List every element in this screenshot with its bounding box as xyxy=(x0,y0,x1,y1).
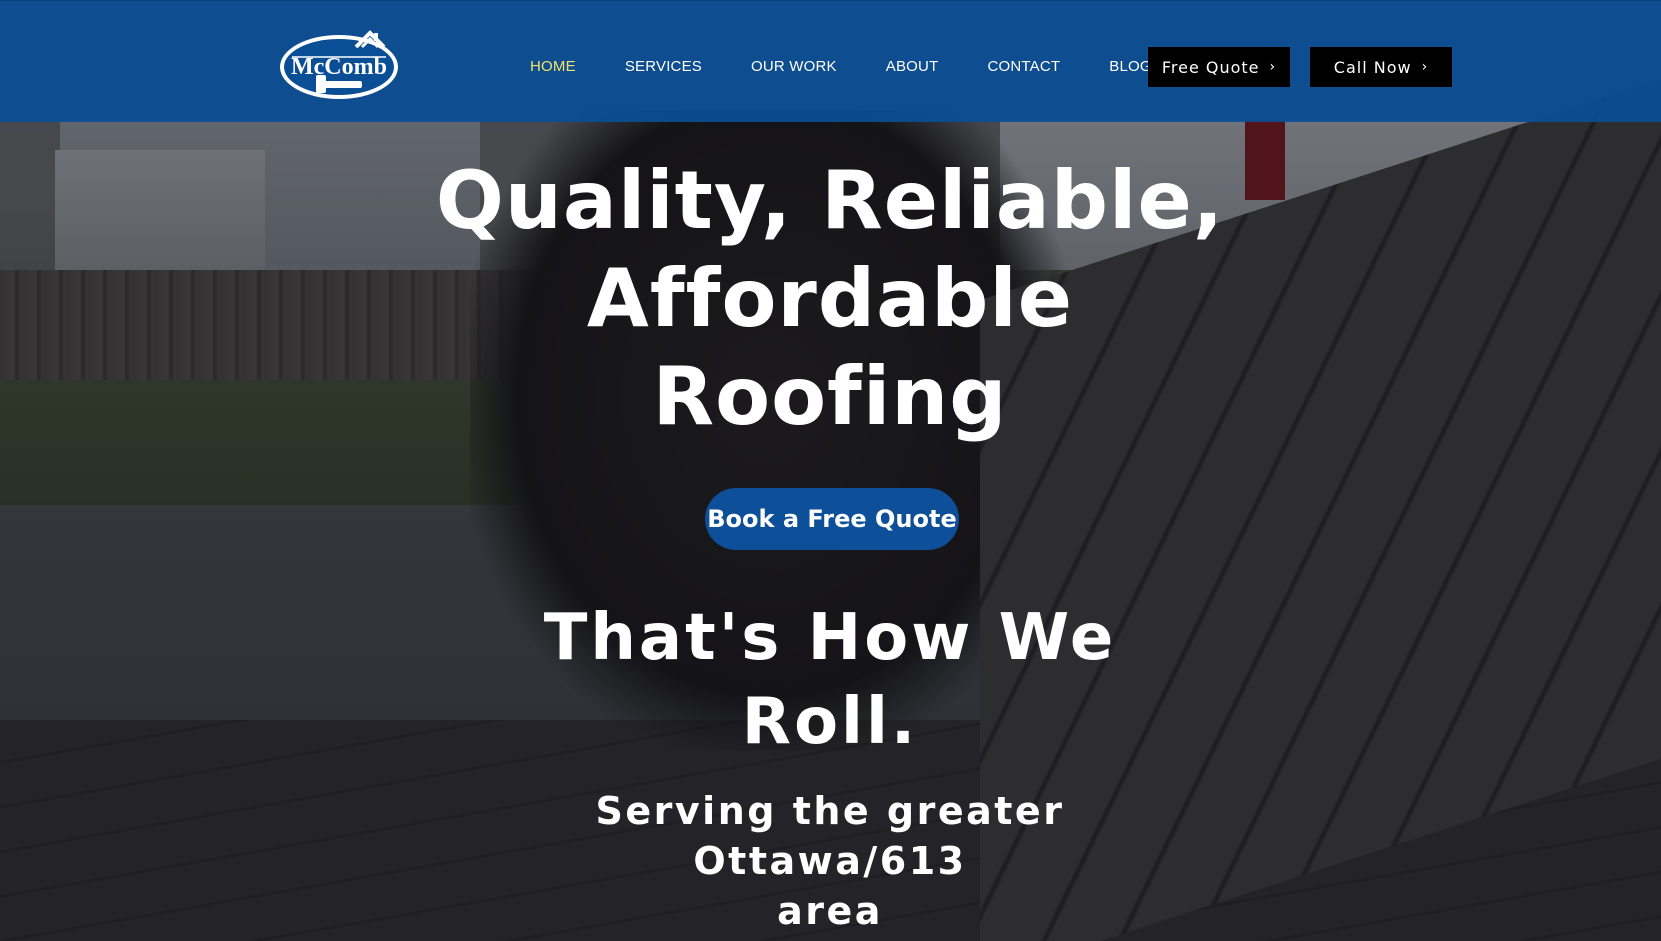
hero-title-line-2: Affordable xyxy=(586,252,1074,345)
site-header: McComb HOME SERVICES OUR WORK ABOUT CONT… xyxy=(0,0,1661,122)
hero-title-line-1: Quality, Reliable, xyxy=(435,154,1225,247)
nav-item-contact[interactable]: CONTACT xyxy=(987,58,1060,75)
call-now-label: Call Now xyxy=(1333,57,1412,77)
call-now-button[interactable]: Call Now › xyxy=(1310,47,1452,87)
main-nav: HOME SERVICES OUR WORK ABOUT CONTACT BLO… xyxy=(530,55,1201,77)
nav-item-blog[interactable]: BLOG xyxy=(1109,58,1151,75)
free-quote-button[interactable]: Free Quote › xyxy=(1148,47,1290,87)
book-free-quote-button[interactable]: Book a Free Quote xyxy=(705,488,959,550)
chevron-right-icon: › xyxy=(1421,59,1429,75)
hero-tagline: That's How We Roll. xyxy=(480,596,1180,764)
nav-item-home[interactable]: HOME xyxy=(530,58,576,75)
free-quote-label: Free Quote xyxy=(1161,57,1260,77)
hero-tagline-line-1: That's How We xyxy=(543,601,1117,675)
hero-sub-line-1: Serving the greater Ottawa/613 xyxy=(595,789,1065,883)
logo-text: McComb xyxy=(291,54,387,80)
hero-title-line-3: Roofing xyxy=(652,350,1008,443)
page: McComb HOME SERVICES OUR WORK ABOUT CONT… xyxy=(0,0,1661,941)
hero-sub-line-2: area xyxy=(777,889,883,933)
site-logo[interactable]: McComb xyxy=(278,29,400,101)
hero-tagline-line-2: Roll. xyxy=(741,685,919,759)
nav-item-services[interactable]: SERVICES xyxy=(625,58,702,75)
chevron-right-icon: › xyxy=(1269,59,1277,75)
logo-emblem-icon: McComb xyxy=(280,30,398,99)
nav-item-our-work[interactable]: OUR WORK xyxy=(751,58,837,75)
nav-item-about[interactable]: ABOUT xyxy=(886,58,939,75)
hero-title: Quality, Reliable, Affordable Roofing xyxy=(380,152,1280,446)
hero-service-area: Serving the greater Ottawa/613 area xyxy=(460,786,1200,936)
